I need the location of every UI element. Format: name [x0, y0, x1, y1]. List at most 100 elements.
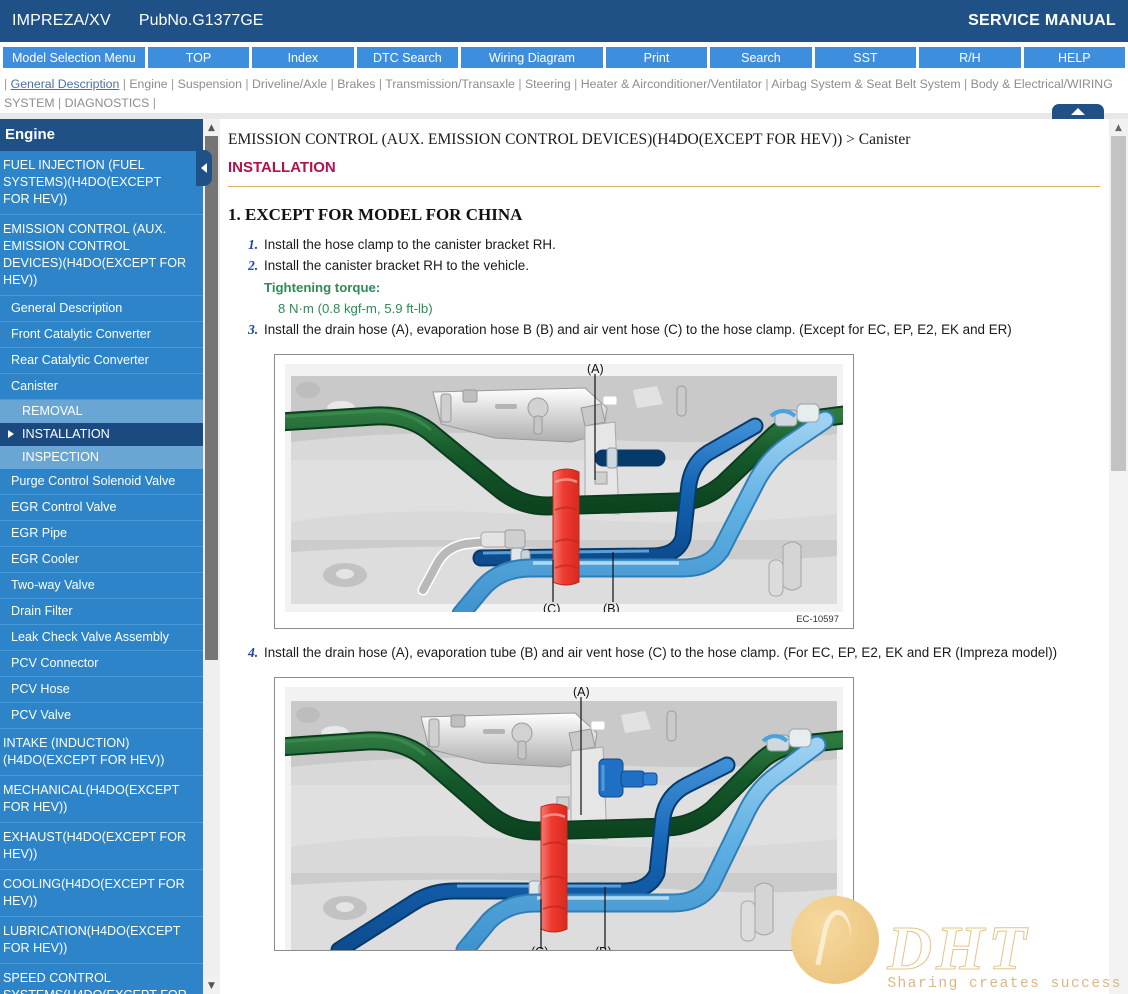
sidebar-item-speed-control-systems[interactable]: SPEED CONTROL SYSTEMS(H4DO(EXCEPT FOR HE… [0, 964, 203, 994]
sidebar-item-mechanical[interactable]: MECHANICAL(H4DO(EXCEPT FOR HEV)) [0, 776, 203, 823]
main-toolbar: Model Selection Menu TOP Index DTC Searc… [0, 42, 1128, 72]
sidebar-item-pcv-hose[interactable]: PCV Hose [0, 677, 203, 703]
procedure-step-list: 1. Install the hose clamp to the caniste… [228, 235, 1100, 340]
dtc-search-button[interactable]: DTC Search [356, 46, 459, 68]
page-breadcrumb-title: EMISSION CONTROL (AUX. EMISSION CONTROL … [228, 131, 911, 148]
sidebar-item-general-description[interactable]: General Description [0, 296, 203, 322]
sidebar-item-fuel-injection[interactable]: FUEL INJECTION (FUEL SYSTEMS)(H4DO(EXCEP… [0, 151, 203, 215]
crumb-link-driveline-axle[interactable]: Driveline/Axle [252, 77, 327, 91]
scroll-to-top-tab[interactable] [1052, 104, 1104, 119]
sidebar-item-pcv-connector[interactable]: PCV Connector [0, 651, 203, 677]
sidebar-item-label: Rear Catalytic Converter [11, 353, 149, 367]
search-button[interactable]: Search [710, 46, 812, 68]
sidebar-item-exhaust[interactable]: EXHAUST(H4DO(EXCEPT FOR HEV)) [0, 823, 203, 870]
wiring-diagram-button[interactable]: Wiring Diagram [461, 46, 603, 68]
crumb-link-transmission-transaxle[interactable]: Transmission/Transaxle [385, 77, 515, 91]
sidebar-item-label: Two-way Valve [11, 578, 95, 592]
step-number: 4. [248, 645, 259, 660]
sidebar-item-label: FUEL INJECTION (FUEL SYSTEMS)(H4DO(EXCEP… [3, 158, 161, 206]
canister-hose-routing-illustration-2 [285, 687, 843, 950]
crumb-link-general-description[interactable]: General Description [11, 77, 120, 91]
crumb-link-suspension[interactable]: Suspension [178, 77, 242, 91]
figure-2-image: (A) (C) (B) [285, 687, 843, 950]
sidebar-item-label: COOLING(H4DO(EXCEPT FOR HEV)) [3, 877, 185, 908]
sidebar-collapse-toggle[interactable] [196, 150, 212, 186]
crumb-link-brakes[interactable]: Brakes [337, 77, 375, 91]
model-selection-menu-button[interactable]: Model Selection Menu [3, 46, 145, 68]
sidebar-item-label: Drain Filter [11, 604, 73, 618]
procedure-step: 3. Install the drain hose (A), evaporati… [228, 320, 1100, 340]
crumb-separator: | [375, 77, 386, 91]
main-content: EMISSION CONTROL (AUX. EMISSION CONTROL … [220, 119, 1108, 994]
sidebar-scroll-up-button[interactable]: ▲ [203, 119, 220, 136]
page-section-label: INSTALLATION [228, 159, 336, 176]
crumb-link-diagnostics[interactable]: DIAGNOSTICS [65, 96, 150, 110]
sidebar-item-emission-control[interactable]: EMISSION CONTROL (AUX. EMISSION CONTROL … [0, 215, 203, 296]
help-button[interactable]: HELP [1023, 46, 1126, 68]
figure-1-id: EC-10597 [796, 614, 839, 625]
sidebar-item-label: EGR Cooler [11, 552, 79, 566]
figure-2-callout-a: (A) [573, 687, 590, 699]
sidebar-item-label: SPEED CONTROL SYSTEMS(H4DO(EXCEPT FOR HE… [3, 971, 187, 994]
step-text: Install the canister bracket RH to the v… [264, 258, 529, 273]
index-button[interactable]: Index [252, 46, 354, 68]
sidebar-item-label: PCV Valve [11, 708, 71, 722]
figure-1: (A) (C) (B) EC-10597 [274, 354, 854, 629]
sidebar-item-label: REMOVAL [22, 404, 83, 418]
main-scrollbar[interactable]: ▲ [1109, 119, 1128, 994]
sidebar-item-removal[interactable]: REMOVAL [0, 400, 203, 423]
crumb-link-engine[interactable]: Engine [129, 77, 167, 91]
sidebar-item-label: Leak Check Valve Assembly [11, 630, 169, 644]
sidebar-item-cooling[interactable]: COOLING(H4DO(EXCEPT FOR HEV)) [0, 870, 203, 917]
service-manual-label: SERVICE MANUAL [968, 12, 1116, 29]
sidebar-item-inspection[interactable]: INSPECTION [0, 446, 203, 469]
sidebar-title: Engine [0, 119, 203, 151]
crumb-separator: | [4, 77, 11, 91]
vehicle-model-label: IMPREZA/XV [12, 12, 111, 29]
sidebar-scroll-thumb[interactable] [205, 136, 218, 660]
sidebar-item-installation[interactable]: INSTALLATION [0, 423, 203, 446]
section-links-bar: | General Description | Engine | Suspens… [0, 73, 1128, 113]
sidebar-item-label: EXHAUST(H4DO(EXCEPT FOR HEV)) [3, 830, 187, 861]
sidebar-item-drain-filter[interactable]: Drain Filter [0, 599, 203, 625]
main-scroll-thumb[interactable] [1111, 136, 1126, 471]
crumb-link-airbag-seatbelt[interactable]: Airbag System & Seat Belt System [771, 77, 960, 91]
sidebar-item-egr-control-valve[interactable]: EGR Control Valve [0, 495, 203, 521]
sidebar-item-label: LUBRICATION(H4DO(EXCEPT FOR HEV)) [3, 924, 181, 955]
step-number: 3. [248, 322, 259, 337]
sidebar-item-rear-catalytic-converter[interactable]: Rear Catalytic Converter [0, 348, 203, 374]
sidebar-item-leak-check-valve-assembly[interactable]: Leak Check Valve Assembly [0, 625, 203, 651]
main-scroll-up-button[interactable]: ▲ [1109, 119, 1128, 136]
crumb-link-heater-airconditioner[interactable]: Heater & Airconditioner/Ventilator [581, 77, 762, 91]
top-button[interactable]: TOP [147, 46, 250, 68]
sidebar-item-purge-control-solenoid-valve[interactable]: Purge Control Solenoid Valve [0, 469, 203, 495]
sidebar-item-intake-induction[interactable]: INTAKE (INDUCTION)(H4DO(EXCEPT FOR HEV)) [0, 729, 203, 776]
sidebar-scroll-down-button[interactable]: ▼ [203, 977, 220, 994]
sidebar-scrollbar[interactable]: ▲ ▼ [203, 119, 220, 994]
title-rule [228, 186, 1100, 187]
sidebar-item-two-way-valve[interactable]: Two-way Valve [0, 573, 203, 599]
sidebar-item-egr-cooler[interactable]: EGR Cooler [0, 547, 203, 573]
publication-number-label: PubNo.G1377GE [138, 12, 264, 29]
sidebar-item-label: Front Catalytic Converter [11, 327, 151, 341]
sidebar-item-egr-pipe[interactable]: EGR Pipe [0, 521, 203, 547]
sidebar-item-canister[interactable]: Canister [0, 374, 203, 400]
figure-2-callout-b: (B) [595, 945, 612, 950]
step-text: Install the hose clamp to the canister b… [264, 237, 556, 252]
figure-1-callout-c: (C) [543, 602, 561, 612]
chevron-up-icon [1071, 108, 1085, 115]
sst-button[interactable]: SST [814, 46, 917, 68]
sidebar-item-pcv-valve[interactable]: PCV Valve [0, 703, 203, 729]
sidebar-item-label: Canister [11, 379, 58, 393]
tightening-torque-value: 8 N·m (0.8 kgf-m, 5.9 ft-lb) [278, 301, 433, 316]
rh-button[interactable]: R/H [919, 46, 1021, 68]
sidebar-tree[interactable]: FUEL INJECTION (FUEL SYSTEMS)(H4DO(EXCEP… [0, 151, 203, 994]
crumb-separator: | [167, 77, 178, 91]
current-page-marker-icon [8, 430, 14, 438]
sidebar: Engine FUEL INJECTION (FUEL SYSTEMS)(H4D… [0, 119, 203, 994]
crumb-link-steering[interactable]: Steering [525, 77, 571, 91]
print-button[interactable]: Print [605, 46, 708, 68]
sidebar-item-front-catalytic-converter[interactable]: Front Catalytic Converter [0, 322, 203, 348]
crumb-separator: | [960, 77, 971, 91]
sidebar-item-lubrication[interactable]: LUBRICATION(H4DO(EXCEPT FOR HEV)) [0, 917, 203, 964]
